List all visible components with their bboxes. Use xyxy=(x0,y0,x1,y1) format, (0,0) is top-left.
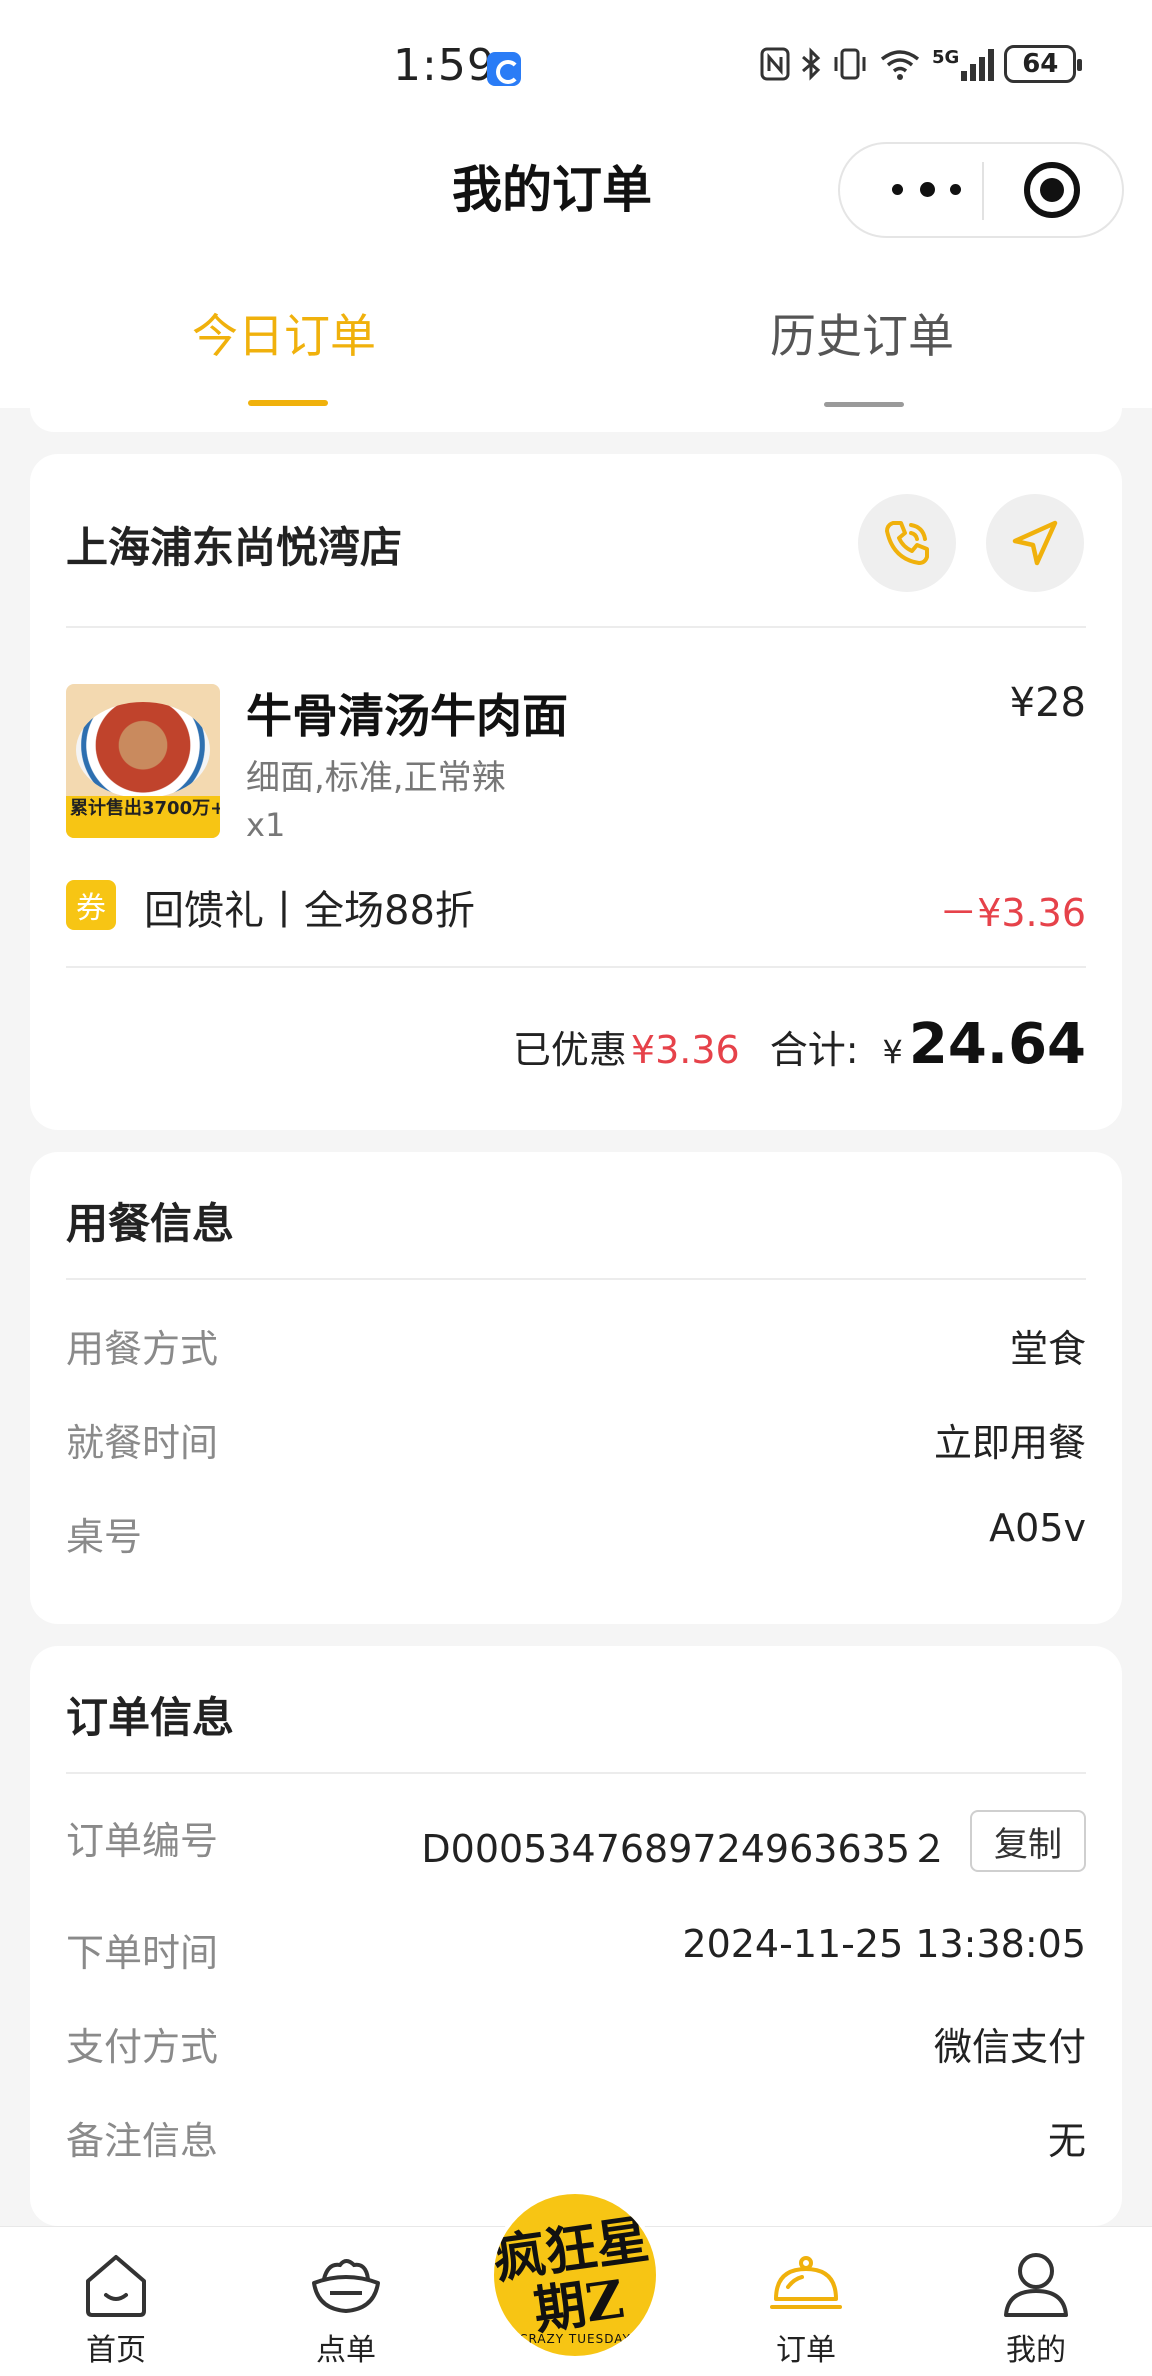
payment-method-value: 微信支付 xyxy=(933,2025,1086,2069)
bluetooth-icon xyxy=(802,47,821,81)
capsule-divider xyxy=(982,162,984,220)
noodle-bowl-image xyxy=(76,702,210,798)
home-icon xyxy=(86,2255,146,2317)
coupon-text: 回馈礼丨全场88折 xyxy=(144,888,475,934)
close-mini-program-icon[interactable] xyxy=(1024,162,1080,218)
order-time-value: 2024-11-25 13:38:05 xyxy=(682,1922,1086,1966)
previous-card-bottom xyxy=(30,408,1122,432)
mini-program-capsule xyxy=(838,142,1124,238)
top-header: 1:59 5G 64 我的订单 今日订单 历史订单 xyxy=(0,0,1152,408)
dining-mode-label: 用餐方式 xyxy=(66,1327,219,1371)
navigate-store-button[interactable] xyxy=(986,494,1084,592)
section-title: 订单信息 xyxy=(66,1693,235,1742)
tab-home-label: 首页 xyxy=(86,2333,146,2368)
battery-icon: 64 xyxy=(1004,45,1083,83)
user-icon xyxy=(1004,2253,1068,2317)
copy-order-number-button[interactable]: 复制 xyxy=(970,1810,1086,1872)
table-number-value: A05v xyxy=(989,1506,1086,1550)
tab-today-orders[interactable]: 今日订单 xyxy=(192,300,376,366)
tab-history-orders[interactable]: 历史订单 xyxy=(770,300,954,366)
item-quantity: x1 xyxy=(246,806,286,844)
scroll-handle[interactable] xyxy=(824,402,904,407)
app-notification-icon xyxy=(487,52,521,86)
tab-mine-label: 我的 xyxy=(1006,2333,1066,2368)
total-amount: 24.64 xyxy=(908,1012,1086,1077)
order-number-value: D0005347689724963635２ xyxy=(421,1827,948,1871)
item-image: 累计售出3700万+碗 xyxy=(66,684,220,838)
payment-method-label: 支付方式 xyxy=(66,2025,219,2069)
currency-symbol: ¥ xyxy=(882,1033,903,1071)
status-icons: 5G 64 xyxy=(760,44,1083,84)
order-info-card: 订单信息 订单编号 D0005347689724963635２ 复制 下单时间 … xyxy=(30,1646,1122,2226)
status-time: 1:59 xyxy=(393,40,496,91)
saved-label: 已优惠 xyxy=(512,1028,627,1072)
coupon-amount: －¥3.36 xyxy=(939,891,1086,935)
promo-logo-text: 疯狂星期Z xyxy=(490,2208,653,2342)
remark-value: 无 xyxy=(1047,2119,1086,2163)
dining-time-label: 就餐时间 xyxy=(66,1421,219,1465)
tab-home[interactable]: 首页 xyxy=(36,2227,196,2376)
saved-amount: ¥3.36 xyxy=(630,1028,740,1072)
divider xyxy=(66,626,1086,628)
status-bar: 1:59 5G 64 xyxy=(0,0,1152,132)
dining-mode-value: 堂食 xyxy=(1009,1327,1086,1371)
table-number-label: 桌号 xyxy=(66,1515,143,1559)
item-image-banner: 累计售出3700万+碗 xyxy=(66,796,220,838)
battery-level: 64 xyxy=(1022,49,1059,79)
order-tabs: 今日订单 历史订单 xyxy=(0,290,1152,408)
network-type: 5G xyxy=(932,47,995,81)
tab-orders-label: 订单 xyxy=(776,2333,836,2368)
call-store-button[interactable] xyxy=(858,494,956,592)
promo-logo-subtext: CRAZY TUESDAY xyxy=(519,2332,631,2346)
dining-time-value: 立即用餐 xyxy=(933,1421,1086,1465)
active-tab-indicator xyxy=(248,400,328,406)
noodle-bowl-icon xyxy=(312,2259,380,2313)
total-label: 合计: xyxy=(769,1028,859,1072)
signal-icon xyxy=(961,47,995,81)
center-promo-logo[interactable]: 疯狂星期Z CRAZY TUESDAY xyxy=(490,2190,660,2360)
navigation-arrow-icon xyxy=(1012,520,1058,566)
nfc-icon xyxy=(760,47,790,81)
divider xyxy=(66,1772,1086,1774)
divider xyxy=(66,966,1086,968)
tab-mine[interactable]: 我的 xyxy=(956,2227,1116,2376)
more-icon[interactable] xyxy=(880,144,980,236)
item-name: 牛骨清汤牛肉面 xyxy=(246,689,568,743)
coupon-icon: 券 xyxy=(66,880,116,930)
order-summary-card: 上海浦东尚悦湾店 累计售出3700万+碗 牛骨清汤牛肉面 细面,标准,正常辣 x… xyxy=(30,454,1122,1130)
item-price: ¥28 xyxy=(1009,680,1086,726)
tab-orders[interactable]: 订单 xyxy=(726,2227,886,2376)
item-spec: 细面,标准,正常辣 xyxy=(246,758,506,798)
wifi-icon xyxy=(880,50,920,80)
tab-menu-label: 点单 xyxy=(316,2333,376,2368)
section-title: 用餐信息 xyxy=(66,1199,235,1248)
divider xyxy=(66,1278,1086,1280)
cloche-icon xyxy=(770,2256,842,2309)
vibrate-icon xyxy=(834,48,866,80)
dining-info-card: 用餐信息 用餐方式 堂食 就餐时间 立即用餐 桌号 A05v xyxy=(30,1152,1122,1624)
phone-icon xyxy=(885,521,929,565)
remark-label: 备注信息 xyxy=(66,2119,219,2163)
order-total-line: 已优惠 ¥3.36 合计: ¥ 24.64 xyxy=(513,1012,1086,1077)
tab-menu[interactable]: 点单 xyxy=(266,2227,426,2376)
order-time-label: 下单时间 xyxy=(66,1931,219,1975)
store-name: 上海浦东尚悦湾店 xyxy=(66,523,403,572)
order-number-label: 订单编号 xyxy=(66,1819,219,1863)
